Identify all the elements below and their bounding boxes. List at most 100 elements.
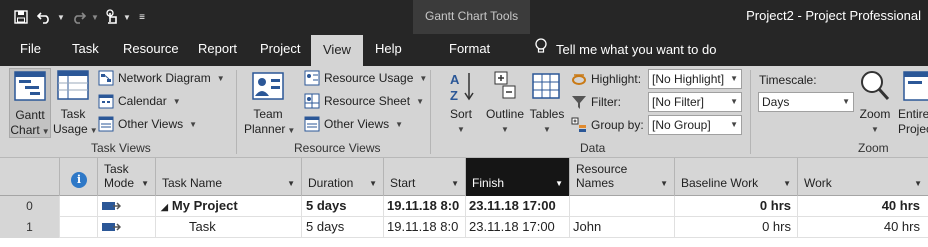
chevron-down-icon[interactable]: ▼ bbox=[555, 179, 563, 188]
task-mode-column-header[interactable]: Task Mode ▼ bbox=[98, 158, 156, 196]
tab-task[interactable]: Task bbox=[72, 34, 99, 66]
tables-button[interactable]: Tables ▼ bbox=[529, 68, 565, 137]
baseline-work-cell[interactable]: 0 hrs bbox=[675, 217, 798, 238]
duration-column-header[interactable]: Duration ▼ bbox=[302, 158, 384, 196]
filter-label: Filter: bbox=[591, 95, 621, 109]
duration-header-label: Duration bbox=[308, 176, 354, 190]
network-diagram-button[interactable]: Network Diagram ▼ bbox=[98, 68, 225, 88]
undo-icon[interactable] bbox=[34, 7, 54, 27]
tab-format[interactable]: Format bbox=[449, 34, 490, 66]
resource-other-views-button[interactable]: Other Views ▼ bbox=[304, 114, 403, 134]
chevron-down-icon[interactable]: ▼ bbox=[783, 179, 791, 188]
chevron-down-icon[interactable]: ▼ bbox=[369, 179, 377, 188]
table-row[interactable]: 1 Task 5 days 19.11.18 8:0 23.11.18 17:0… bbox=[0, 217, 928, 238]
start-cell[interactable]: 19.11.18 8:0 bbox=[384, 196, 466, 217]
highlight-icon bbox=[572, 74, 586, 85]
touch-dropdown-icon[interactable]: ▼ bbox=[122, 7, 132, 27]
ribbon-separator bbox=[236, 70, 237, 154]
magnifier-icon bbox=[861, 71, 890, 101]
resource-names-header-label: Resource Names bbox=[576, 162, 628, 190]
finish-column-header[interactable]: Finish ▼ bbox=[466, 158, 570, 196]
customize-qat-icon[interactable]: ≡ bbox=[134, 7, 150, 27]
highlight-combo[interactable]: [No Highlight] ▼ bbox=[648, 69, 742, 89]
collapse-triangle-icon[interactable]: ◢ bbox=[161, 202, 168, 212]
finish-cell[interactable]: 23.11.18 17:00 bbox=[466, 217, 570, 238]
row-number[interactable]: 0 bbox=[0, 196, 60, 217]
task-name-cell[interactable]: ◢ My Project bbox=[156, 196, 302, 217]
task-other-views-button[interactable]: Other Views ▼ bbox=[98, 114, 197, 134]
tab-report[interactable]: Report bbox=[198, 34, 237, 66]
tell-me-box[interactable]: Tell me what you want to do bbox=[534, 34, 716, 66]
chevron-down-icon[interactable]: ▼ bbox=[287, 179, 295, 188]
groupby-combo[interactable]: [No Group] ▼ bbox=[648, 115, 742, 135]
indicators-column-header[interactable]: i bbox=[60, 158, 98, 196]
sort-button[interactable]: A Z Sort ▼ bbox=[444, 68, 478, 137]
task-usage-button[interactable]: Task Usage ▼ bbox=[53, 68, 98, 138]
gantt-chart-icon bbox=[14, 71, 46, 101]
baseline-work-column-header[interactable]: Baseline Work ▼ bbox=[675, 158, 798, 196]
work-cell[interactable]: 40 hrs bbox=[798, 217, 928, 238]
calendar-button[interactable]: Calendar ▼ bbox=[98, 91, 181, 111]
save-icon[interactable] bbox=[10, 7, 32, 27]
redo-dropdown-icon[interactable]: ▼ bbox=[90, 7, 100, 27]
finish-cell[interactable]: 23.11.18 17:00 bbox=[466, 196, 570, 217]
tab-help[interactable]: Help bbox=[375, 34, 402, 66]
undo-dropdown-icon[interactable]: ▼ bbox=[56, 7, 66, 27]
work-header-label: Work bbox=[804, 176, 832, 190]
resource-names-column-header[interactable]: Resource Names ▼ bbox=[570, 158, 675, 196]
start-cell[interactable]: 19.11.18 8:0 bbox=[384, 217, 466, 238]
work-cell[interactable]: 40 hrs bbox=[798, 196, 928, 217]
entire-project-button[interactable]: Entire Project bbox=[898, 68, 928, 137]
resource-usage-button[interactable]: Resource Usage ▼ bbox=[304, 68, 427, 88]
team-planner-icon bbox=[252, 72, 284, 100]
timescale-combo[interactable]: Days ▼ bbox=[758, 92, 854, 112]
other-views-icon bbox=[98, 116, 114, 132]
resource-sheet-button[interactable]: Resource Sheet ▼ bbox=[304, 91, 424, 111]
task-name-cell[interactable]: Task bbox=[156, 217, 302, 238]
gantt-chart-label-2: Chart ▼ bbox=[10, 123, 50, 137]
chevron-down-icon[interactable]: ▼ bbox=[660, 179, 668, 188]
timescale-value: Days bbox=[762, 95, 790, 109]
work-column-header[interactable]: Work ▼ bbox=[798, 158, 928, 196]
baseline-work-cell[interactable]: 0 hrs bbox=[675, 196, 798, 217]
tab-file[interactable]: File bbox=[20, 34, 41, 66]
other-views-icon bbox=[304, 116, 320, 132]
zoom-button[interactable]: Zoom ▼ bbox=[856, 68, 894, 137]
ribbon-separator bbox=[750, 70, 751, 154]
zoom-dropdown-icon: ▼ bbox=[871, 125, 879, 134]
task-name-text: My Project bbox=[171, 198, 238, 213]
touch-mode-icon[interactable] bbox=[102, 7, 120, 27]
task-views-group-label: Task Views bbox=[91, 141, 151, 155]
start-header-label: Start bbox=[390, 176, 416, 190]
row-number[interactable]: 1 bbox=[0, 217, 60, 238]
ribbon-separator bbox=[430, 70, 431, 154]
data-group-label: Data bbox=[580, 141, 606, 155]
chevron-down-icon[interactable]: ▼ bbox=[451, 179, 459, 188]
duration-cell[interactable]: 5 days bbox=[302, 217, 384, 238]
group-by-icon bbox=[571, 117, 586, 132]
timescale-label-wrap: Timescale: bbox=[759, 70, 817, 90]
highlight-label: Highlight: bbox=[591, 72, 642, 86]
outline-button[interactable]: Outline ▼ bbox=[483, 68, 527, 137]
task-name-column-header[interactable]: Task Name ▼ bbox=[156, 158, 302, 196]
chevron-down-icon[interactable]: ▼ bbox=[914, 179, 922, 188]
gantt-chart-button[interactable]: Gantt Chart ▼ bbox=[9, 68, 51, 138]
resource-names-cell[interactable] bbox=[570, 196, 675, 217]
calendar-label: Calendar bbox=[118, 94, 167, 108]
resource-names-cell[interactable]: John bbox=[570, 217, 675, 238]
calendar-icon bbox=[98, 94, 114, 109]
chevron-down-icon[interactable]: ▼ bbox=[141, 179, 149, 188]
table-row[interactable]: 0 ◢ My Project 5 days 19.11.18 8:0 23.11.… bbox=[0, 196, 928, 217]
duration-cell[interactable]: 5 days bbox=[302, 196, 384, 217]
info-icon: i bbox=[71, 172, 87, 188]
select-all-corner[interactable] bbox=[0, 158, 60, 196]
tab-project[interactable]: Project bbox=[260, 34, 300, 66]
tab-view[interactable]: View bbox=[311, 35, 363, 66]
tab-resource[interactable]: Resource bbox=[123, 34, 179, 66]
redo-icon[interactable] bbox=[68, 7, 88, 27]
filter-combo[interactable]: [No Filter] ▼ bbox=[648, 92, 742, 112]
quick-access-toolbar: ▼ ▼ ▼ ≡ bbox=[10, 7, 150, 27]
team-planner-button[interactable]: Team Planner ▼ bbox=[244, 68, 295, 138]
start-column-header[interactable]: Start ▼ bbox=[384, 158, 466, 196]
baseline-work-header-label: Baseline Work bbox=[681, 176, 759, 190]
